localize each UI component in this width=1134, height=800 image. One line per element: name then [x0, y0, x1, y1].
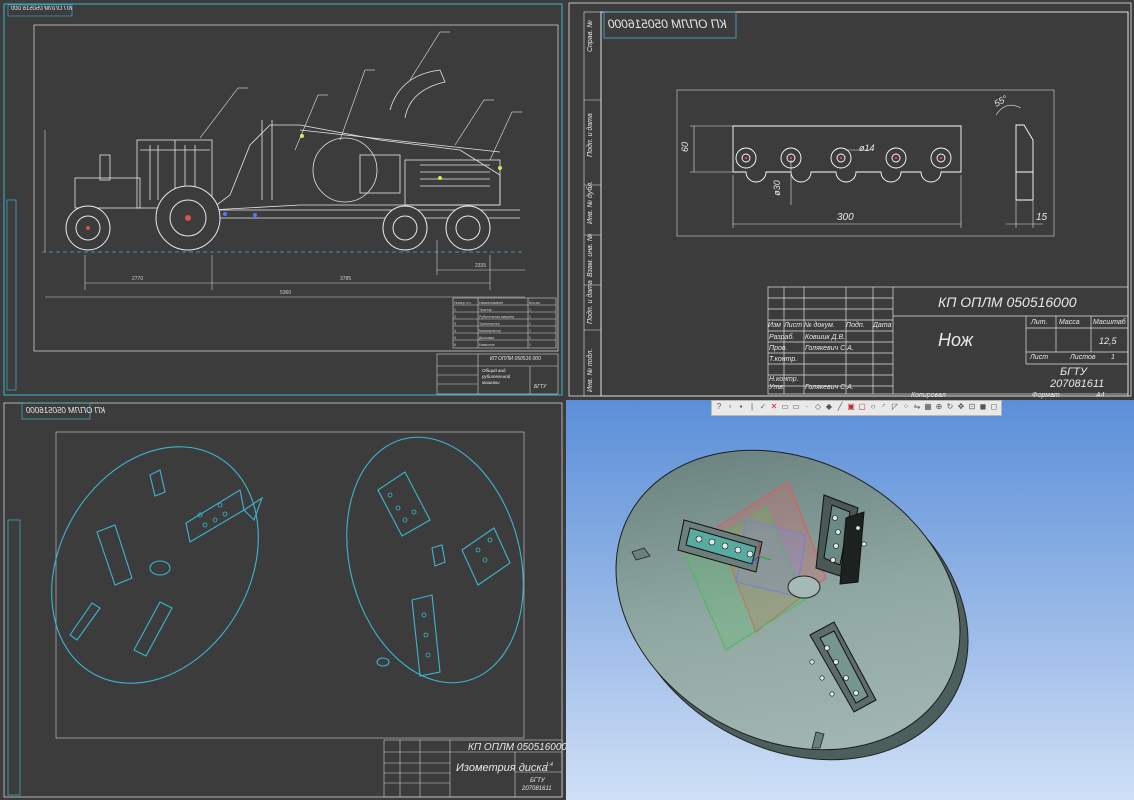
stamp-code: КП ОПЛМ 050516 000: [490, 356, 541, 362]
side-label: Подп. и дата: [587, 280, 594, 324]
spec-cell: 1: [529, 307, 531, 312]
spec-cell: 1: [529, 321, 531, 326]
spec-cell: 1: [529, 314, 531, 319]
person-name: Голякевич С.А.: [805, 384, 854, 391]
col-header: Дата: [873, 322, 892, 329]
stamp-col-headers: Изм Лист № докум. Подп. Дата: [768, 322, 893, 332]
side-label: Справ. №: [587, 20, 594, 52]
spec-row: 2 Рубительная машина 1: [454, 313, 556, 320]
drawing-pane-knife[interactable]: КП ОПЛМ 050516000 Справ. № Подп. и дата …: [566, 0, 1134, 400]
role-label: Н.контр.: [769, 376, 799, 383]
role-label: Утв.: [769, 384, 785, 391]
stamp-org: БГТУ: [1060, 366, 1087, 378]
spec-cell: Навесное: [479, 342, 495, 347]
spec-row: 5 Дисковая 1: [454, 334, 556, 341]
copied-label: Копировал: [911, 392, 946, 399]
spec-cell: 1: [454, 307, 456, 312]
spec-row: 3 Транспортер 1: [454, 320, 556, 327]
spec-cell: 1: [529, 335, 531, 340]
spec-cell: 2: [454, 314, 456, 319]
stamp-code: КП ОПЛМ 050516000: [468, 742, 566, 753]
spec-row: 6 Навесное 1: [454, 341, 556, 348]
spec-header: Кол-во: [529, 300, 540, 305]
person-name: Голякевич С.А.: [805, 345, 854, 352]
spec-cell: Дисковая: [479, 335, 495, 340]
mirrored-code-label: КП ОПЛМ 050516000: [26, 406, 106, 415]
stamp-scale: 1:4: [546, 762, 553, 768]
col-header: Подп.: [846, 322, 865, 329]
lit-label: Лит.: [1031, 319, 1048, 326]
spec-cell: 4: [454, 328, 456, 333]
dim-15: 15: [1036, 212, 1048, 223]
spec-table: Номер п.п. Наименование Кол-во 1 Трактор 1…: [454, 299, 556, 348]
col-header: № докум.: [804, 322, 835, 329]
stamp-org: БГТУ: [530, 778, 545, 784]
col-header: Изм: [768, 322, 781, 329]
dim-d30: ø30: [771, 180, 782, 196]
spec-cell: 6: [454, 342, 456, 347]
side-label: Инв. № дубл.: [587, 180, 594, 224]
format-label: Формат: [1032, 392, 1060, 399]
spec-cell: 5: [454, 335, 456, 340]
spec-row: 4 Манипулятор 1: [454, 327, 556, 334]
stamp-title: Нож: [938, 330, 973, 350]
sheets-label: Листов: [1070, 354, 1096, 361]
spec-row: 1 Трактор 1: [454, 306, 556, 313]
side-label: Взам. инв. №: [587, 233, 594, 277]
mirrored-code-label: КП ОПЛМ 050516000: [608, 17, 727, 31]
sheet-label: Лист: [1030, 354, 1049, 361]
spec-cell: 3: [454, 321, 456, 326]
drawing-pane-general-view[interactable]: КП ОПЛМ 050516 000 2770 3785 5360 2335 Н…: [0, 0, 566, 400]
spec-header: Наименование: [479, 300, 504, 305]
role-label: Пров.: [769, 345, 788, 352]
spec-cell: Манипулятор: [479, 328, 501, 333]
dim-label: 2770: [132, 276, 144, 282]
cad-3d-viewport[interactable]: ? ▫ ▪ | ✓ ✕ ▭ ▭ · ◇ ◆ ╱ ▣ ▢ ○ ◜ ◸ ⁘ ⇋ ▦ …: [566, 400, 1134, 800]
spec-cell: 1: [529, 342, 531, 347]
sheets-value: 1: [1111, 354, 1115, 361]
dim-60: 60: [680, 141, 691, 153]
scale-label: Масштаб: [1093, 319, 1126, 326]
stamp-title: Изометрия диска: [456, 762, 548, 774]
stamp-code: КП ОПЛМ 050516000: [938, 294, 1077, 310]
spec-cell: 1: [529, 328, 531, 333]
stamp-title: Общий вид рубительной машины: [482, 368, 511, 385]
disk-isometry-drawing: [3, 402, 563, 798]
drawing-pane-disk-isometry[interactable]: КП ОПЛМ 050516000 КП ОПЛМ 050516000 Изом…: [0, 400, 566, 800]
col-header: Лист: [784, 322, 803, 329]
side-label: Инв. № подл.: [587, 348, 594, 392]
role-label: Разраб.: [769, 334, 795, 341]
spec-cell: Транспортер: [479, 321, 500, 326]
mass-label: Масса: [1059, 319, 1080, 326]
disk-3d-model[interactable]: [566, 400, 1134, 800]
mirrored-code-label: КП ОПЛМ 050516 000: [11, 6, 73, 12]
spec-header: Номер п.п.: [454, 300, 472, 305]
format-value: A4: [1096, 392, 1105, 399]
stamp-org: БГТУ: [534, 384, 547, 390]
side-label: Подп. и дата: [587, 113, 594, 157]
dim-label: 2335: [475, 263, 487, 269]
knife-drawing: [568, 2, 1132, 397]
person-name: Ковшик Д.В.: [805, 334, 846, 341]
dim-label: 5360: [280, 290, 292, 296]
stamp-group: 207081611: [1050, 378, 1105, 390]
dim-300: 300: [837, 212, 854, 223]
spec-cell: Рубительная машина: [479, 314, 515, 319]
dim-d14: ø14: [859, 143, 875, 153]
scale-value: 12,5: [1099, 336, 1117, 346]
spec-cell: Трактор: [479, 307, 492, 312]
stamp-group: 207081611: [522, 786, 552, 792]
side-stamp: Справ. № Подп. и дата Инв. № дубл. Взам.…: [584, 12, 601, 396]
dim-label: 3785: [340, 276, 352, 282]
role-label: Т.контр.: [769, 356, 798, 363]
